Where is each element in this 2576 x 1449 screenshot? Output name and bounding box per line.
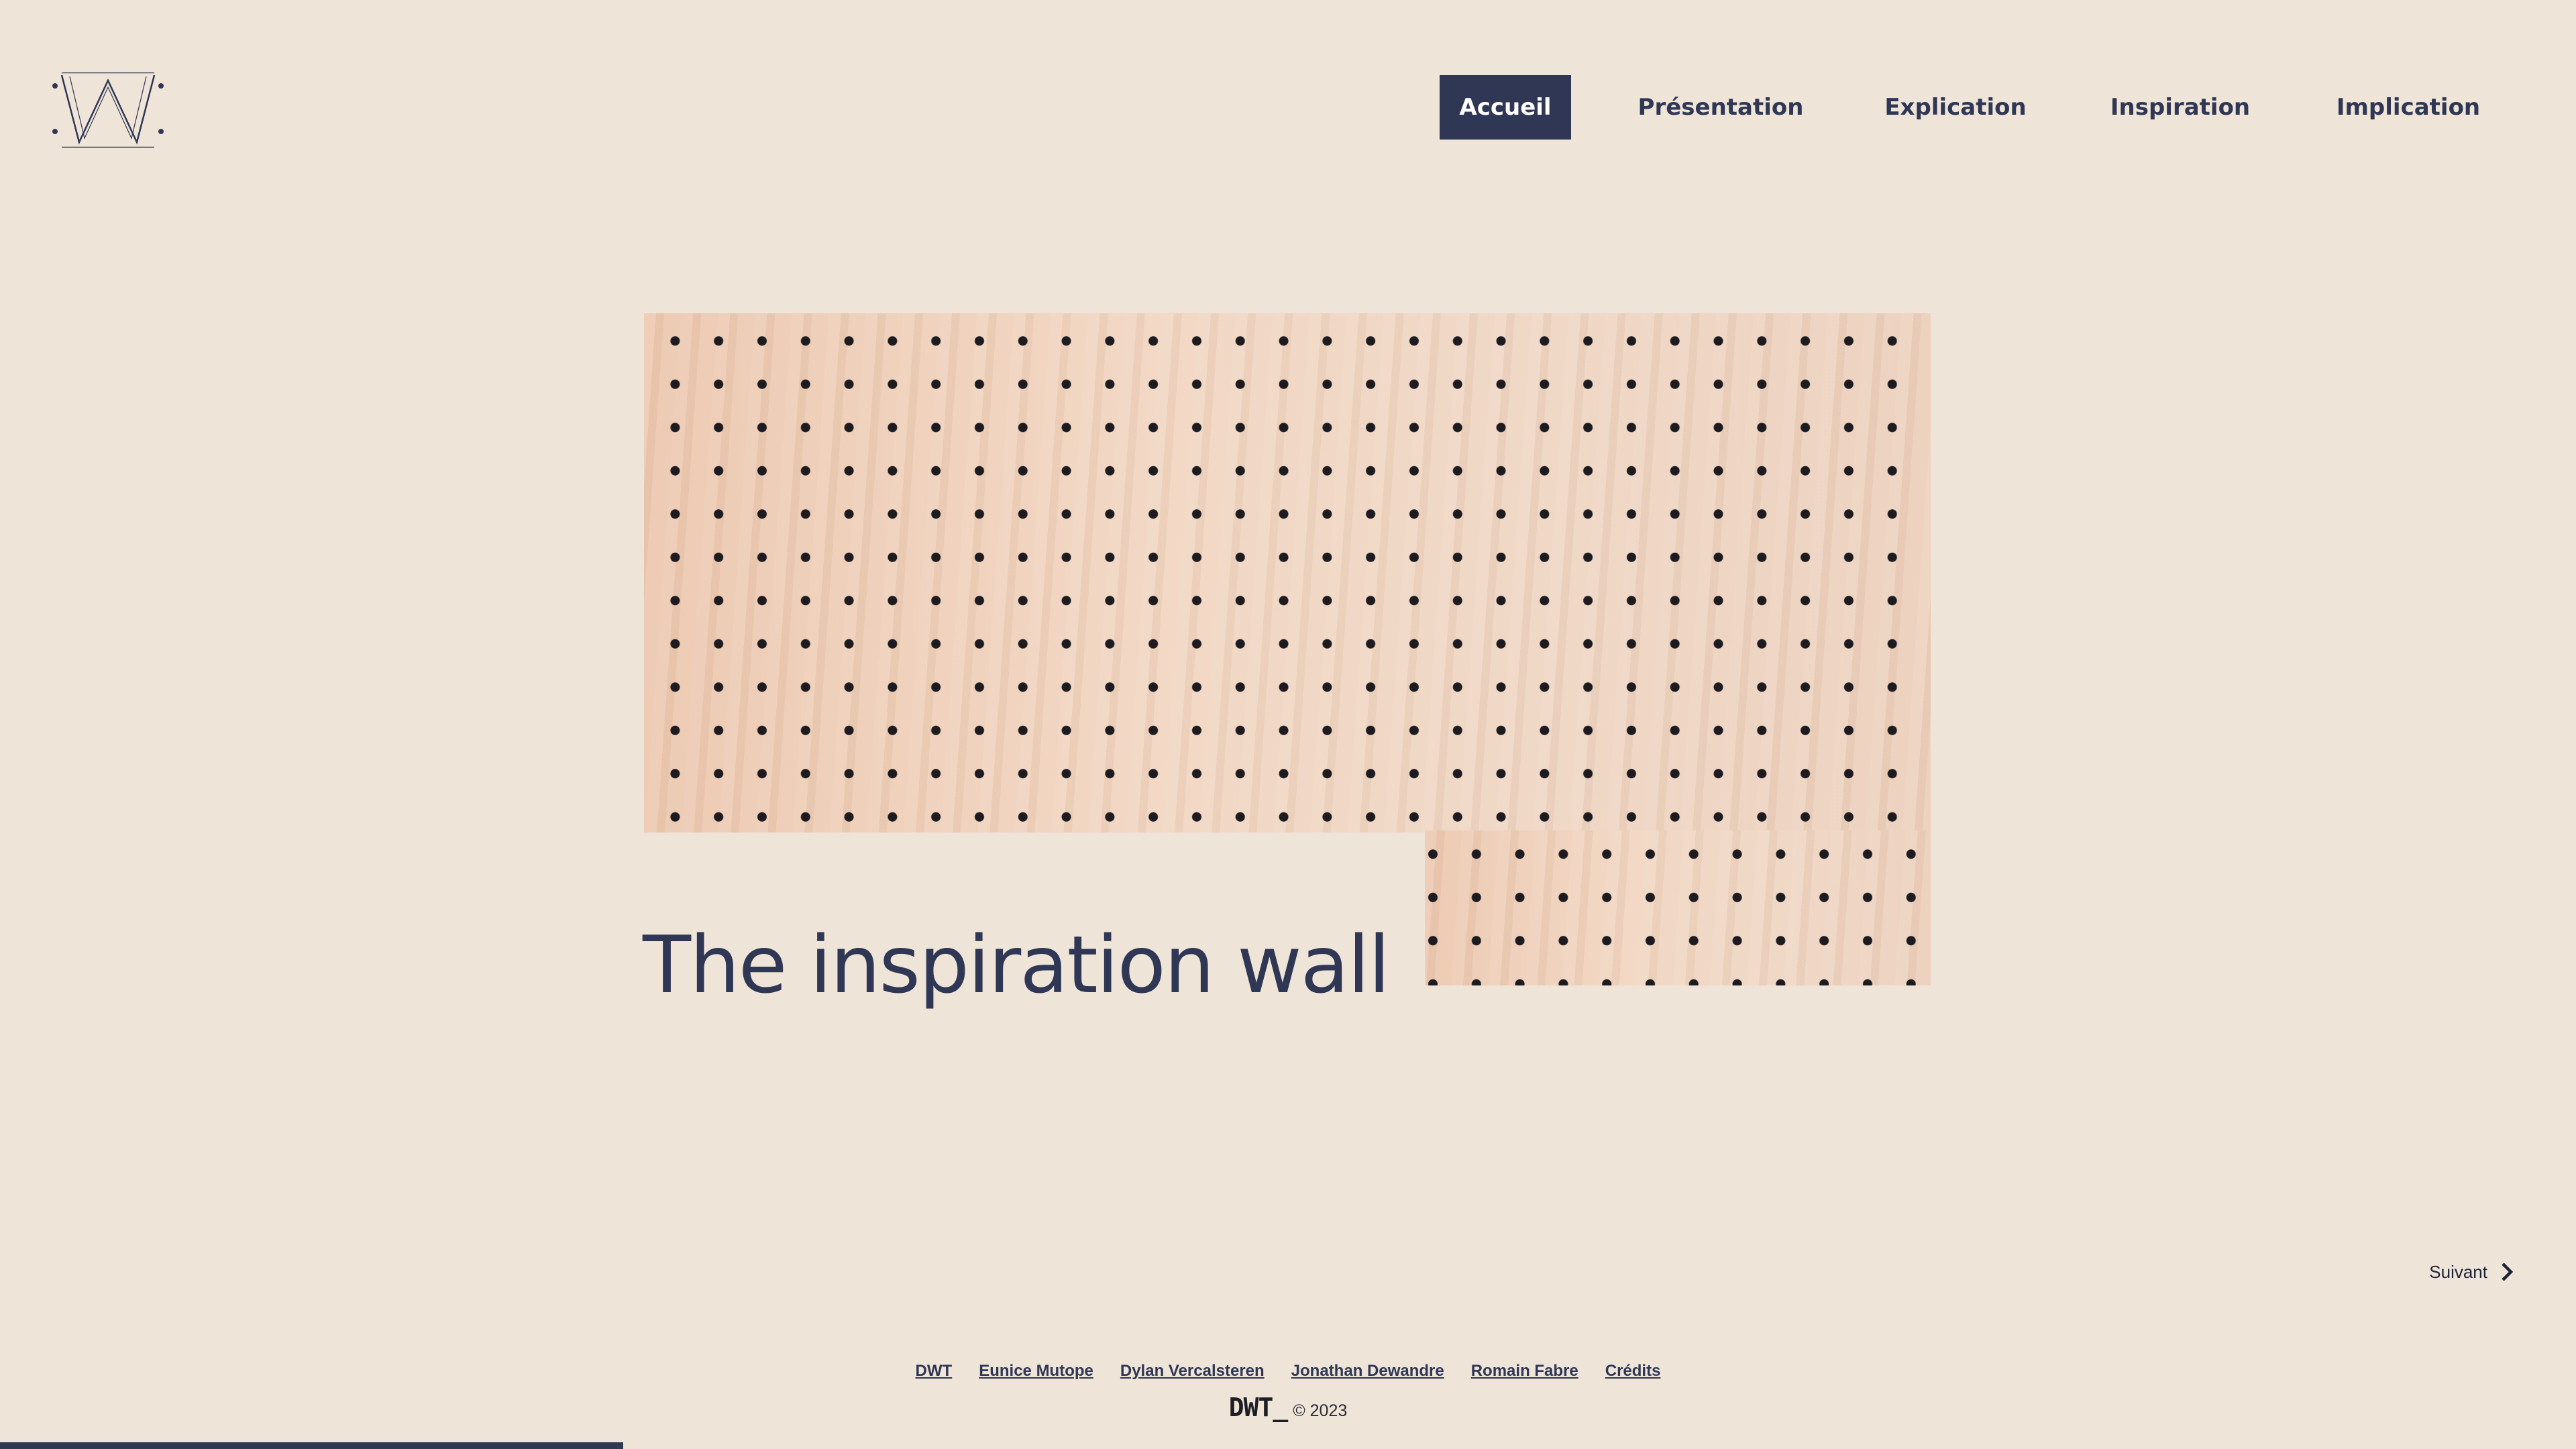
hero-pegboard-image-extension — [1425, 830, 1931, 985]
next-label: Suivant — [2429, 1261, 2487, 1282]
nav-item-presentation[interactable]: Présentation — [1623, 75, 1818, 140]
hero-pegboard-image — [644, 313, 1931, 833]
footer-link-dwt[interactable]: DWT — [916, 1362, 953, 1381]
page: Accueil Présentation Explication Inspira… — [0, 0, 2576, 1449]
nav-item-inspiration[interactable]: Inspiration — [2094, 75, 2266, 140]
footer-link-romain-fabre[interactable]: Romain Fabre — [1471, 1362, 1578, 1381]
nav-item-implication[interactable]: Implication — [2321, 75, 2496, 140]
brand-logo-text: DWT_ — [1228, 1393, 1289, 1422]
footer-link-credits[interactable]: Crédits — [1605, 1362, 1661, 1381]
chevron-right-icon — [2502, 1263, 2514, 1281]
footer-links: DWT Eunice Mutope Dylan Vercalsteren Jon… — [0, 1362, 2576, 1381]
nav-item-accueil[interactable]: Accueil — [1440, 75, 1571, 140]
progress-bar — [0, 1442, 2576, 1449]
footer-link-eunice-mutope[interactable]: Eunice Mutope — [979, 1362, 1093, 1381]
footer-link-dylan-vercalsteren[interactable]: Dylan Vercalsteren — [1120, 1362, 1265, 1381]
footer-link-jonathan-dewandre[interactable]: Jonathan Dewandre — [1291, 1362, 1444, 1381]
footer-brand: DWT_ © 2023 — [0, 1393, 2576, 1422]
main-nav: Accueil Présentation Explication Inspira… — [0, 75, 2576, 140]
progress-bar-fill — [0, 1442, 624, 1449]
copyright: © 2023 — [1293, 1401, 1348, 1420]
page-title: The inspiration wall — [643, 918, 1390, 1012]
nav-item-explication[interactable]: Explication — [1872, 75, 2039, 140]
next-button[interactable]: Suivant — [2429, 1258, 2514, 1285]
